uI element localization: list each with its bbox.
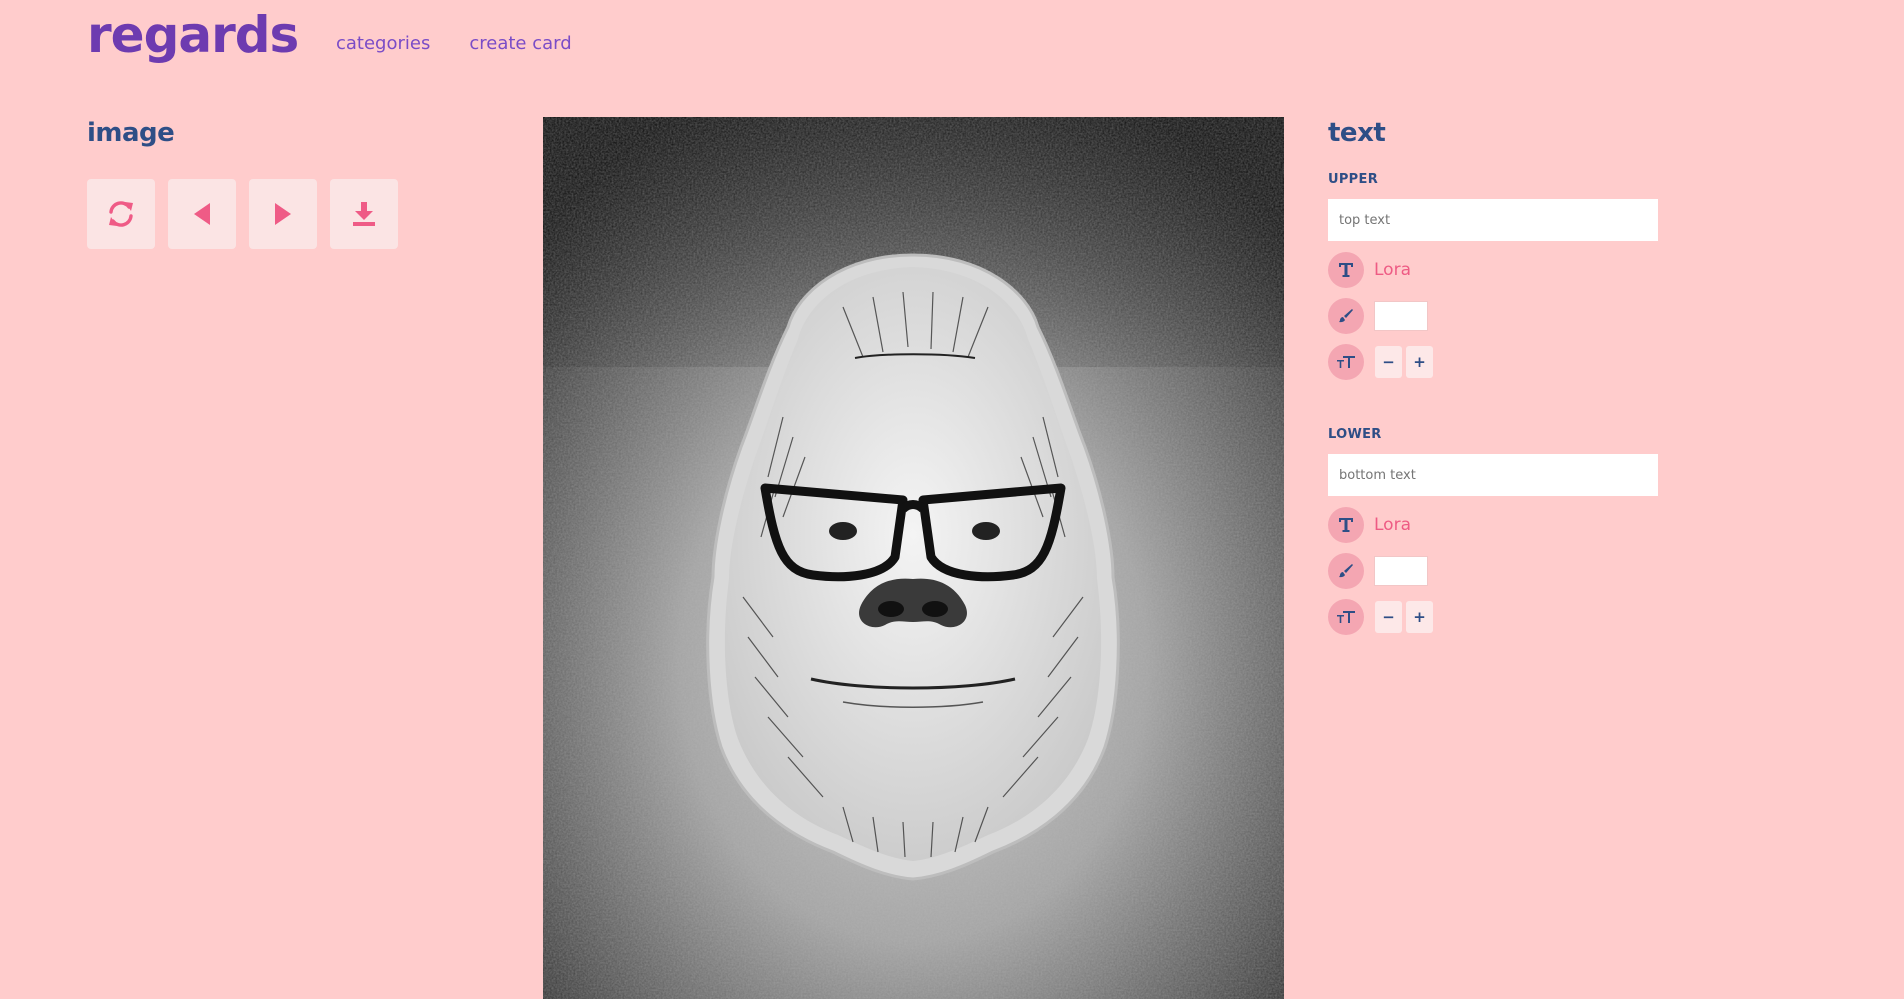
refresh-button[interactable]: [87, 179, 155, 249]
upper-color-button[interactable]: [1328, 298, 1364, 334]
upper-label: UPPER: [1328, 172, 1379, 187]
next-button[interactable]: [249, 179, 317, 249]
upper-text-input[interactable]: [1328, 199, 1658, 241]
download-button[interactable]: [330, 179, 398, 249]
lower-size-button[interactable]: [1328, 599, 1364, 635]
previous-button[interactable]: [168, 179, 236, 249]
app-root: regards categories create card image tex…: [0, 0, 1904, 999]
download-icon: [353, 202, 375, 226]
lower-color-row: [1328, 552, 1658, 590]
lower-text-input[interactable]: [1328, 454, 1658, 496]
image-controls: [87, 179, 398, 249]
nav-link-categories[interactable]: categories: [336, 33, 430, 54]
text-size-icon: [1337, 611, 1355, 623]
upper-color-row: [1328, 297, 1658, 335]
font-icon: [1339, 518, 1353, 532]
lower-font-row: Lora: [1328, 506, 1658, 544]
lower-size-decrease-button[interactable]: −: [1375, 601, 1402, 633]
text-section-title: text: [1328, 118, 1386, 148]
paintbrush-icon: [1339, 309, 1353, 323]
lower-size-increase-button[interactable]: +: [1406, 601, 1433, 633]
logo[interactable]: regards: [87, 6, 299, 64]
lower-label: LOWER: [1328, 427, 1382, 442]
refresh-icon: [109, 201, 133, 227]
upper-font-button[interactable]: [1328, 252, 1364, 288]
previous-icon: [194, 203, 210, 225]
upper-font-name[interactable]: Lora: [1374, 260, 1411, 280]
lower-text-group: LOWER Lora: [1328, 427, 1658, 636]
upper-size-button[interactable]: [1328, 344, 1364, 380]
lower-color-button[interactable]: [1328, 553, 1364, 589]
upper-size-row: − +: [1328, 343, 1658, 381]
main-nav: categories create card: [336, 33, 572, 54]
font-icon: [1339, 263, 1353, 277]
paintbrush-icon: [1339, 564, 1353, 578]
gorilla-illustration: [543, 117, 1284, 999]
nav-link-create-card[interactable]: create card: [469, 33, 571, 54]
lower-font-name[interactable]: Lora: [1374, 515, 1411, 535]
upper-size-decrease-button[interactable]: −: [1375, 346, 1402, 378]
upper-color-swatch[interactable]: [1374, 301, 1428, 331]
image-section-title: image: [87, 118, 175, 148]
next-icon: [275, 203, 291, 225]
upper-size-increase-button[interactable]: +: [1406, 346, 1433, 378]
text-size-icon: [1337, 356, 1355, 368]
lower-color-swatch[interactable]: [1374, 556, 1428, 586]
card-preview-image: [543, 117, 1284, 999]
upper-text-group: UPPER Lora: [1328, 172, 1658, 381]
lower-size-row: − +: [1328, 598, 1658, 636]
lower-font-button[interactable]: [1328, 507, 1364, 543]
upper-font-row: Lora: [1328, 251, 1658, 289]
